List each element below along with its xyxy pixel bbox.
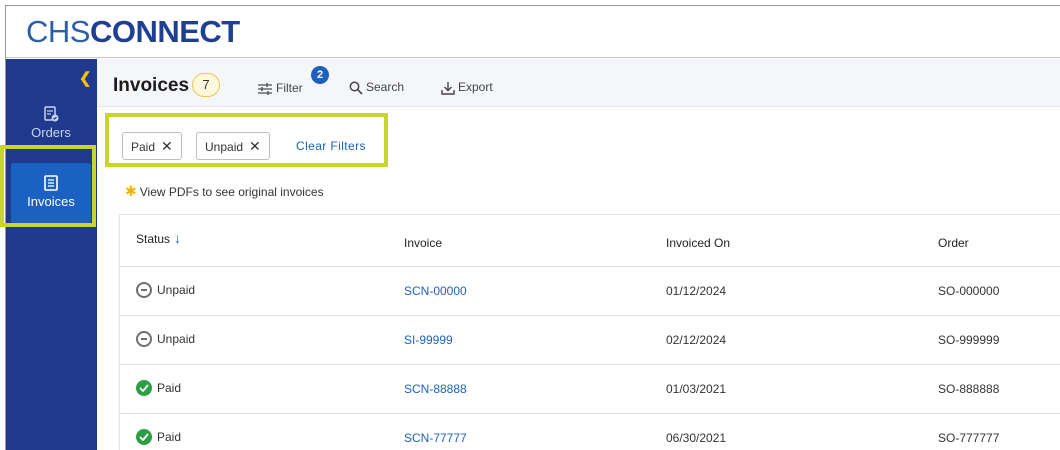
export-button[interactable]: Export [441,80,493,95]
invoice-link[interactable]: SCN-88888 [404,382,467,396]
sidebar-item-orders[interactable]: Orders [11,106,91,140]
top-bar: CHSCONNECT [6,6,1060,58]
status-cell: Paid [136,429,181,445]
search-icon [349,81,363,95]
order-cell: SO-000000 [938,284,1000,298]
chevron-left-icon[interactable]: ❮ [79,69,92,87]
search-button[interactable]: Search [349,80,404,95]
unpaid-status-icon [136,282,152,298]
brand-logo[interactable]: CHSCONNECT [26,14,240,50]
status-text: Paid [157,430,182,444]
sort-down-arrow-icon[interactable]: ↓ [174,230,181,246]
filter-sliders-icon [258,82,272,95]
column-header-status[interactable]: Status ↓ [136,230,181,246]
status-cell: Paid [136,380,181,396]
column-header-label: Status [136,232,171,246]
order-cell: SO-888888 [938,382,1000,396]
invoiced-on-cell: 06/30/2021 [666,431,727,445]
status-cell: Unpaid [136,331,195,347]
column-header-order[interactable]: Order [938,236,969,250]
invoice-link[interactable]: SCN-77777 [404,431,467,445]
table-header: Status ↓ Invoice Invoiced On Order [120,215,1060,267]
filters-highlight-box [105,113,388,167]
invoices-table: Status ↓ Invoice Invoiced On Order Unpaid… [119,214,1060,450]
invoices-highlight-box [0,145,96,227]
invoiced-on-cell: 02/12/2024 [666,333,727,347]
paid-check-icon [136,429,152,445]
order-cell: SO-999999 [938,333,1000,347]
table-row[interactable]: Paid SCN-77777 06/30/2021 SO-777777 [120,414,1060,450]
filter-label: Filter [276,81,303,95]
column-header-invoiced-on[interactable]: Invoiced On [666,236,730,250]
filter-count-badge: 2 [311,66,329,84]
invoiced-on-cell: 01/03/2021 [666,382,727,396]
brand-logo-part1: CHS [26,14,90,49]
order-cell: SO-777777 [938,431,1000,445]
status-text: Unpaid [157,332,196,346]
asterisk-icon: ✱ [125,183,137,199]
status-text: Paid [157,381,182,395]
export-label: Export [458,80,493,94]
status-cell: Unpaid [136,282,195,298]
pdf-note-text: View PDFs to see original invoices [139,185,324,199]
sidebar: ❮ Orders Invoices [6,59,97,450]
brand-logo-part2: CONNECT [89,14,240,49]
status-text: Unpaid [157,283,196,297]
table-row[interactable]: Unpaid SI-99999 02/12/2024 SO-999999 [120,316,1060,365]
invoice-link[interactable]: SCN-00000 [404,284,467,298]
column-header-invoice[interactable]: Invoice [404,236,442,250]
search-label: Search [366,80,405,94]
page-header: Invoices 7 Filter 2 Search Export [97,59,1060,107]
invoice-link[interactable]: SI-99999 [404,333,453,347]
table-row[interactable]: Paid SCN-88888 01/03/2021 SO-888888 [120,365,1060,414]
page-title: Invoices [113,75,190,96]
sidebar-item-label: Orders [31,125,71,140]
app-window: CHSCONNECT ❮ Orders Invoices Invoices 7 … [5,5,1060,450]
invoice-count-badge: 7 [192,73,220,97]
unpaid-status-icon [136,331,152,347]
paid-check-icon [136,380,152,396]
invoiced-on-cell: 01/12/2024 [666,284,727,298]
orders-document-icon [44,106,59,122]
filter-button[interactable]: Filter [257,81,303,96]
table-row[interactable]: Unpaid SCN-00000 01/12/2024 SO-000000 [120,267,1060,316]
export-download-icon [441,81,455,95]
pdf-note: ✱ View PDFs to see original invoices [125,183,324,200]
